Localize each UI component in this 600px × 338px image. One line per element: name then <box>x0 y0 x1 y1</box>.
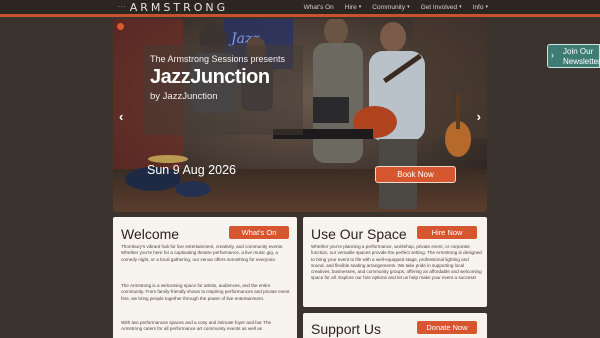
nav-label: Info <box>472 3 484 11</box>
nav-item-community[interactable]: Community ▾ <box>372 4 409 11</box>
chevron-left-icon[interactable]: ‹ <box>119 109 123 124</box>
donate-now-button[interactable]: Donate Now <box>417 321 477 334</box>
space-title: Use Our Space <box>311 226 407 242</box>
main-nav: What's On Hire ▾ Community ▾ Get Involved ▾… <box>304 2 488 12</box>
newsletter-tab[interactable]: › Join Our Newsletter <box>547 44 600 68</box>
nav-item-get-involved[interactable]: Get Involved ▾ <box>421 4 462 11</box>
welcome-card: Welcome What's On Thornbury's vibrant hu… <box>113 217 297 338</box>
chevron-down-icon: ▾ <box>407 4 410 10</box>
space-paragraph: Whether you're planning a performance, w… <box>311 244 482 281</box>
support-us-card: Support Us Donate Now <box>303 313 487 338</box>
newsletter-line2: Newsletter <box>563 57 600 66</box>
whats-on-button[interactable]: What's On <box>229 226 289 239</box>
hero-title: JazzJunction <box>150 66 270 88</box>
nav-item-info[interactable]: Info ▾ <box>473 4 488 11</box>
welcome-title: Welcome <box>121 226 180 242</box>
use-our-space-card: Use Our Space Hire Now Whether you're pl… <box>303 217 487 307</box>
book-now-button[interactable]: Book Now <box>375 166 456 183</box>
chevron-right-icon[interactable]: › <box>477 109 481 124</box>
welcome-paragraph-1: Thornbury's vibrant hub for live enterta… <box>121 244 284 262</box>
hero-byline: by JazzJunction <box>150 91 218 102</box>
nav-label: What's On <box>303 3 334 11</box>
newsletter-line1: Join Our <box>563 47 594 56</box>
logo-dots: ··· <box>118 3 127 11</box>
support-title: Support Us <box>311 321 382 337</box>
logo-text: ARMSTRONG <box>129 0 229 14</box>
chevron-down-icon: ▾ <box>358 4 362 10</box>
chevron-down-icon: ▾ <box>459 4 462 10</box>
hire-now-button[interactable]: Hire Now <box>417 226 477 239</box>
chevron-right-icon: › <box>551 50 554 60</box>
record-icon <box>117 23 124 30</box>
nav-label: Hire <box>344 3 357 11</box>
welcome-paragraph-2: The Armstrong is a welcoming space for a… <box>121 283 290 301</box>
nav-item-hire[interactable]: Hire ▾ <box>345 4 361 11</box>
nav-item-whats-on[interactable]: What's On <box>304 4 334 11</box>
hero-carousel: Jazz The Armstrong Sessions presents Jaz… <box>113 19 487 212</box>
nav-label: Community <box>372 3 406 11</box>
header-accent-line <box>0 14 600 17</box>
welcome-paragraph-3: With two performances spaces and a cosy … <box>121 320 272 332</box>
top-navigation-bar: ··· ARMSTRONG What's On Hire ▾ Community ▾… <box>0 0 600 14</box>
site-logo[interactable]: ··· ARMSTRONG <box>118 0 229 14</box>
hero-pre-title: The Armstrong Sessions presents <box>150 54 286 64</box>
hero-date: Sun 9 Aug 2026 <box>147 163 236 177</box>
nav-label: Get Involved <box>420 3 458 11</box>
chevron-down-icon: ▾ <box>485 4 488 10</box>
